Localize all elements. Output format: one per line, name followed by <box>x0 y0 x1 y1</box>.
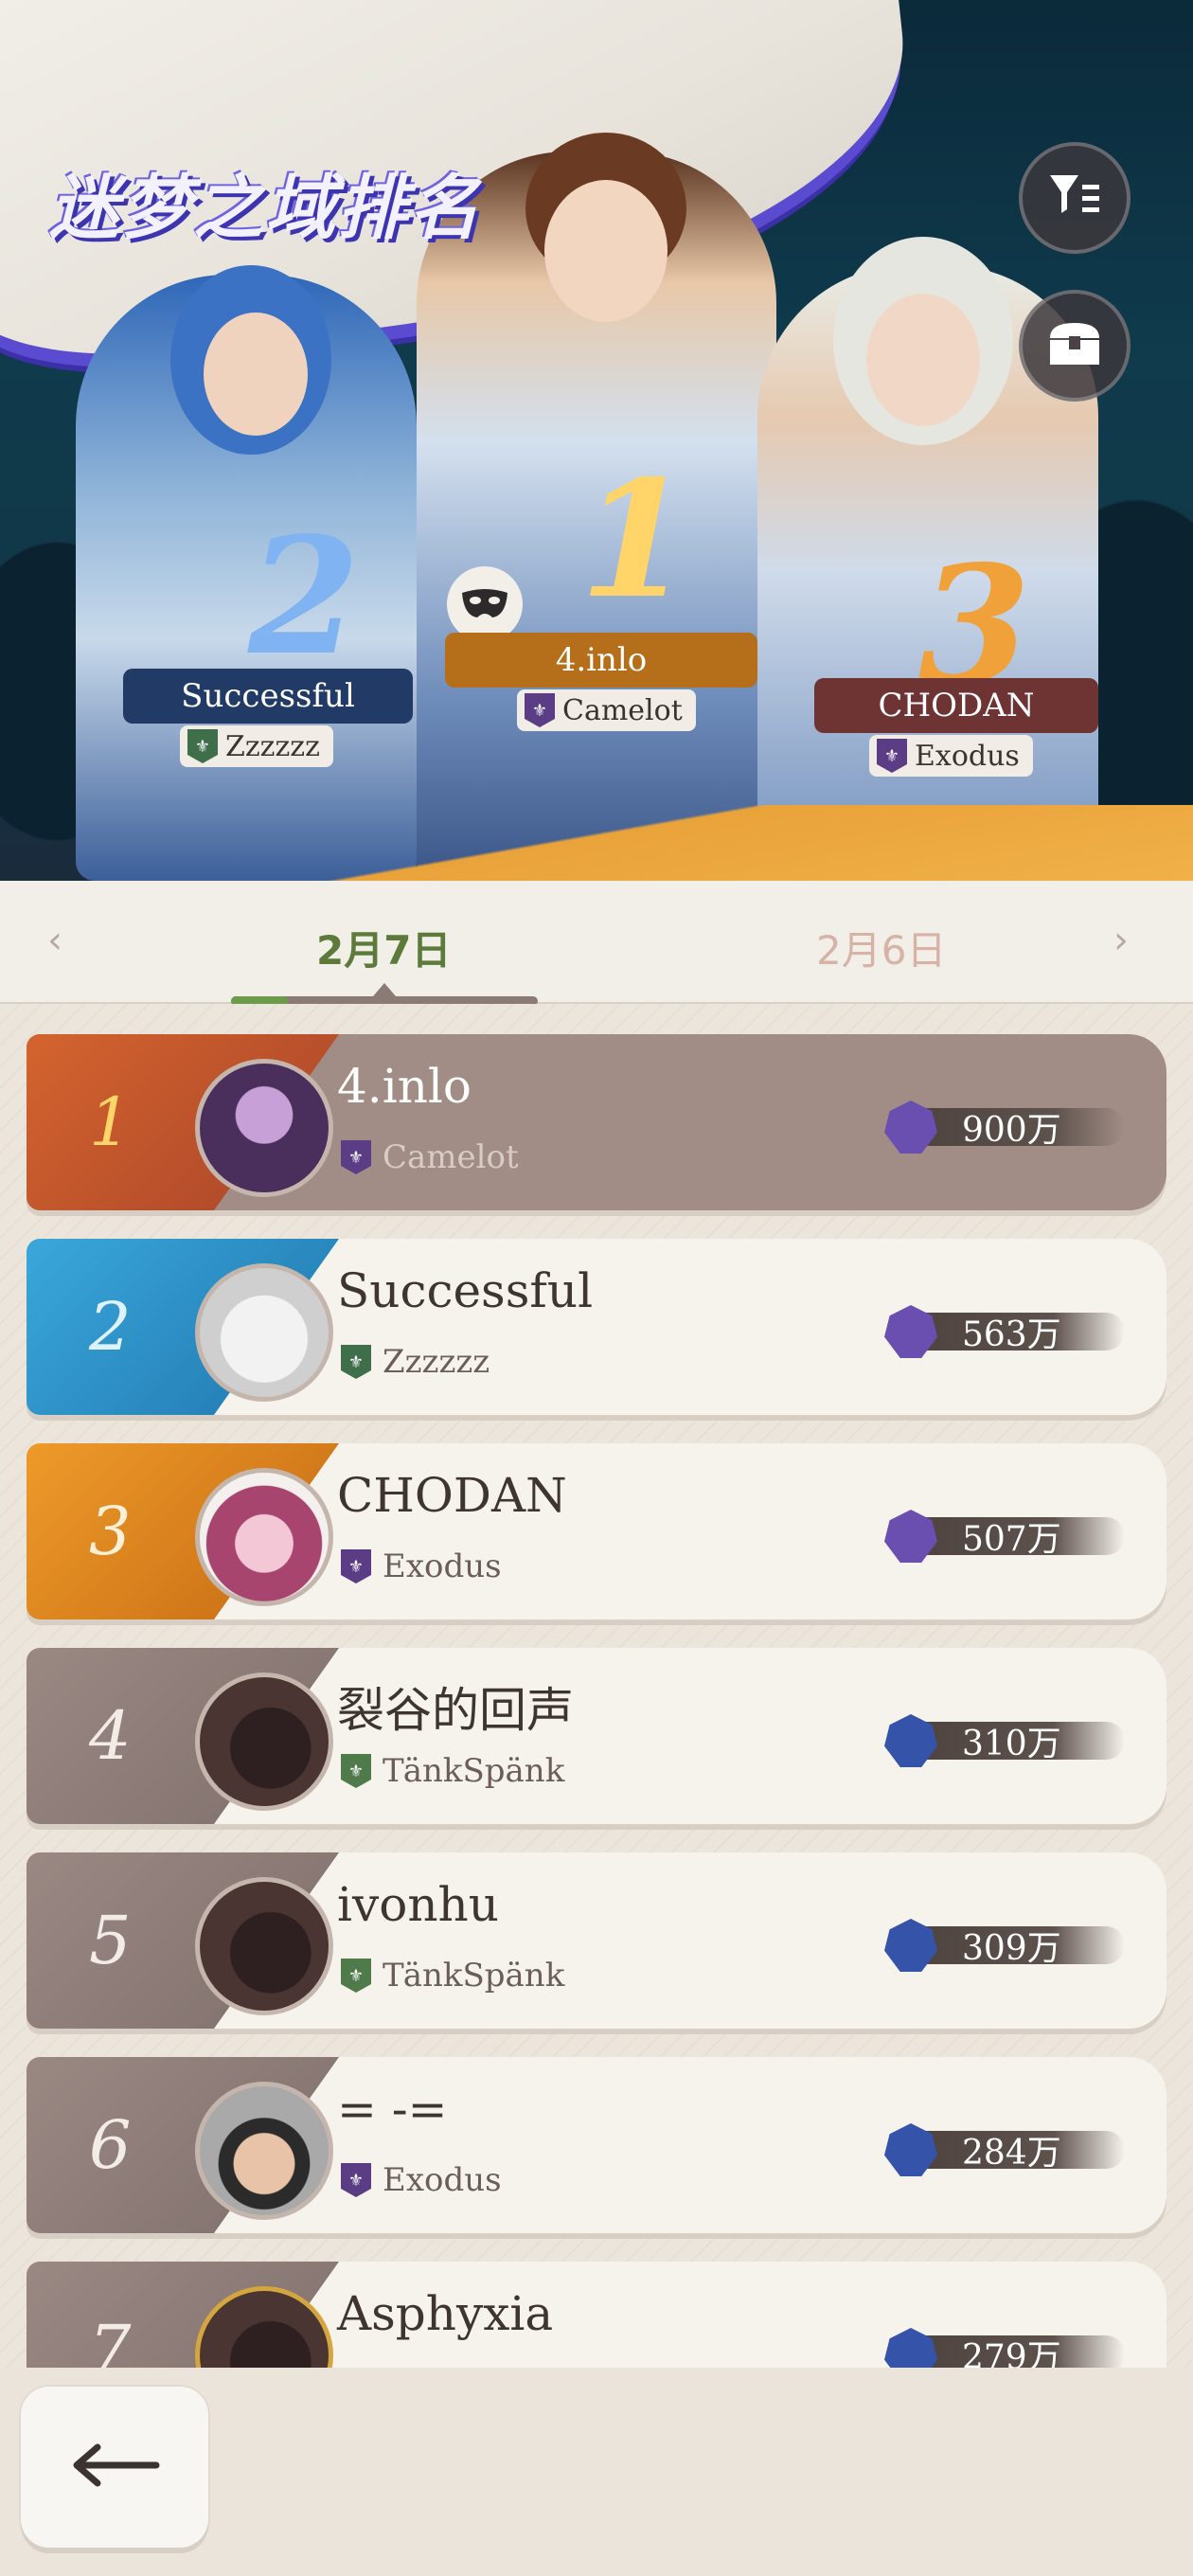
tab-caret <box>373 983 396 996</box>
guild-info: ⚜ Exodus <box>341 1547 502 1585</box>
tab-date-previous[interactable]: 2月6日 <box>816 919 946 976</box>
avatar <box>195 2082 333 2220</box>
guild-emblem-icon: ⚜ <box>525 693 555 727</box>
avatar <box>195 1468 333 1606</box>
date-tabs: ‹ 2月7日 2月6日 › <box>0 881 1193 1006</box>
leaderboard-hero: 迷梦之域排名 2 1 3 Successful 4.inlo CHODAN ⚜ … <box>0 0 1193 881</box>
tab-date-current[interactable]: 2月7日 <box>316 919 451 976</box>
filter-list-icon <box>1046 170 1103 226</box>
filter-button[interactable] <box>1019 142 1131 254</box>
player-name: CHODAN <box>337 1468 567 1523</box>
guild-emblem-icon: ⚜ <box>341 1959 371 1993</box>
guild-info: ⚜ TänkSpänk <box>341 1752 564 1790</box>
guild-emblem-icon: ⚜ <box>877 739 907 773</box>
podium-guild-2: ⚜ Zzzzzz <box>180 725 333 767</box>
player-name: 4.inlo <box>337 1059 472 1114</box>
chevron-right-icon[interactable]: › <box>1113 919 1129 962</box>
guild-emblem-icon: ⚜ <box>341 1754 371 1788</box>
guild-info: ⚜ Zzzzzz <box>341 1343 490 1381</box>
rank-number: 2 <box>89 1288 132 1366</box>
podium-guild-1-label: Camelot <box>562 693 683 727</box>
podium-rank-2: 2 <box>248 502 361 691</box>
podium-name-1: 4.inlo <box>445 633 757 688</box>
rank-number: 7 <box>89 2311 132 2368</box>
guild-emblem-icon: ⚜ <box>341 1140 371 1174</box>
player-name: Asphyxia <box>337 2286 554 2341</box>
back-arrow-icon <box>69 2442 160 2493</box>
podium-character-2 <box>76 265 417 881</box>
player-name: ivonhu <box>337 1877 499 1932</box>
guild-info: ⚜ Camelot <box>341 1138 519 1176</box>
player-name: Successful <box>337 1263 594 1318</box>
rank-number: 5 <box>89 1902 132 1979</box>
guild-name: TänkSpänk <box>383 1957 565 1995</box>
podium-guild-2-label: Zzzzzz <box>225 729 320 763</box>
back-button[interactable] <box>21 2387 208 2548</box>
podium-name-3: CHODAN <box>814 678 1098 733</box>
podium-name-2: Successful <box>123 669 413 724</box>
avatar <box>195 1673 333 1811</box>
guild-name: TänkSpänk <box>383 1752 565 1790</box>
podium-guild-3-label: Exodus <box>915 739 1020 773</box>
list-item[interactable]: 4 裂谷的回声 ⚜ TänkSpänk 310万 <box>27 1648 1166 1824</box>
page-title: 迷梦之域排名 <box>49 168 481 249</box>
guild-info: ⚜ Exodus <box>341 2161 502 2199</box>
guild-name: Zzzzzz <box>383 1343 490 1381</box>
rewards-button[interactable] <box>1019 290 1131 402</box>
treasure-chest-icon <box>1044 317 1105 374</box>
player-name: = -= <box>337 2082 448 2137</box>
list-item[interactable]: 1 4.inlo ⚜ Camelot 900万 <box>27 1034 1166 1210</box>
guild-emblem-icon: ⚜ <box>341 1345 371 1379</box>
avatar <box>195 1877 333 2015</box>
podium-guild-1: ⚜ Camelot <box>517 689 696 731</box>
podium-guild-3: ⚜ Exodus <box>869 735 1033 777</box>
ranking-list[interactable]: 1 4.inlo ⚜ Camelot 900万 2 Successful ⚜ Z… <box>0 1004 1193 2368</box>
rank-number: 4 <box>89 1697 132 1775</box>
rank-number: 1 <box>89 1083 132 1161</box>
chevron-left-icon[interactable]: ‹ <box>47 919 62 962</box>
list-item[interactable]: 2 Successful ⚜ Zzzzzz 563万 <box>27 1239 1166 1415</box>
list-item[interactable]: 6 = -= ⚜ Exodus 284万 <box>27 2057 1166 2233</box>
list-item[interactable]: 3 CHODAN ⚜ Exodus 507万 <box>27 1443 1166 1619</box>
podium-rank-1: 1 <box>579 445 692 635</box>
avatar <box>195 1263 333 1402</box>
guild-emblem-icon: ⚜ <box>341 1549 371 1583</box>
guild-emblem-icon: ⚜ <box>187 729 218 763</box>
list-item[interactable]: 7 Asphyxia 279万 <box>27 2262 1166 2368</box>
guild-name: Exodus <box>383 2161 502 2199</box>
guild-name: Exodus <box>383 1547 502 1585</box>
avatar <box>195 1059 333 1197</box>
hero-divider <box>0 805 1193 881</box>
gem-icon <box>884 2328 937 2368</box>
player-name: 裂谷的回声 <box>337 1683 574 1738</box>
guild-name: Camelot <box>383 1138 519 1176</box>
list-item[interactable]: 5 ivonhu ⚜ TänkSpänk 309万 <box>27 1852 1166 2029</box>
rank-number: 3 <box>89 1493 132 1570</box>
mask-icon <box>447 566 523 642</box>
rank-number: 6 <box>89 2106 132 2184</box>
guild-emblem-icon: ⚜ <box>341 2163 371 2197</box>
guild-info: ⚜ TänkSpänk <box>341 1957 564 1995</box>
